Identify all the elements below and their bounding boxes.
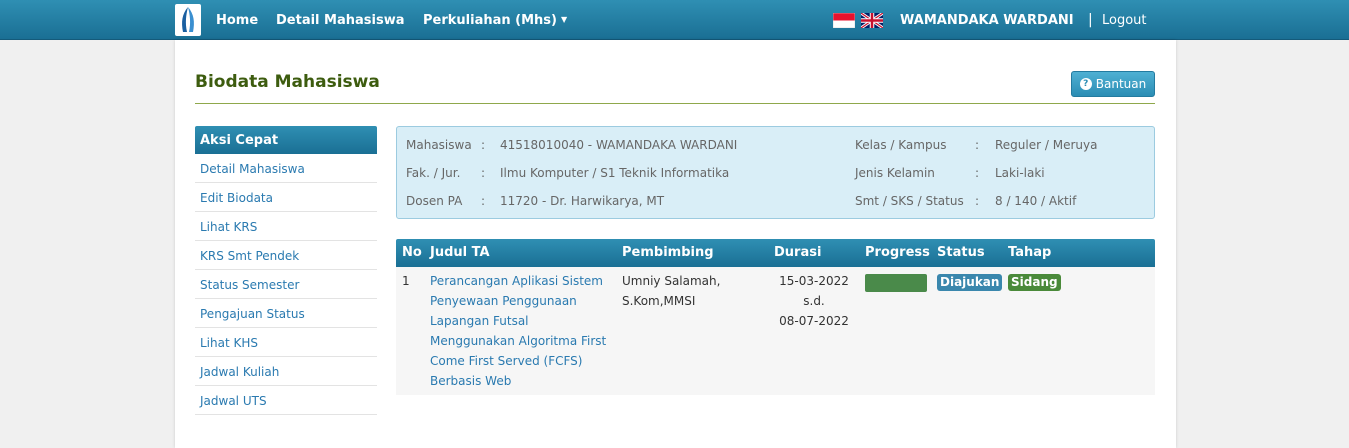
question-circle-icon: ? [1079,78,1092,90]
info-value: 11720 - Dr. Harwikarya, MT [500,194,665,208]
info-value: Laki-laki [995,166,1045,180]
info-label: Smt / SKS / Status [855,194,964,208]
sidebar-title: Aksi Cepat [195,126,377,154]
durasi-line: 08-07-2022 [779,314,849,328]
cell-progress [865,271,927,292]
col-header-progress: Progress [865,245,930,260]
cell-judul[interactable]: Perancangan Aplikasi Sistem Penyewaan Pe… [430,271,610,391]
sidebar-item-detail-mahasiswa[interactable]: Detail Mahasiswa [195,154,377,183]
nav-home[interactable]: Home [216,13,258,28]
student-info-box: Mahasiswa : 41518010040 - WAMANDAKA WARD… [396,126,1155,219]
sidebar-item-jadwal-kuliah[interactable]: Jadwal Kuliah [195,357,377,386]
cell-no: 1 [402,274,410,288]
pembimbing-line: Umniy Salamah, [622,274,721,288]
quick-actions-sidebar: Aksi Cepat Detail Mahasiswa Edit Biodata… [195,126,377,415]
info-label: Dosen PA [406,194,463,208]
nav-detail-mahasiswa[interactable]: Detail Mahasiswa [276,13,404,28]
sidebar-item-edit-biodata[interactable]: Edit Biodata [195,183,377,212]
col-header-status: Status [937,245,985,260]
info-value: Ilmu Komputer / S1 Teknik Informatika [500,166,730,180]
col-header-tahap: Tahap [1008,245,1052,260]
info-colon: : [975,194,980,208]
pembimbing-line: S.Kom,MMSI [622,294,696,308]
sidebar-item-krs-smt-pendek[interactable]: KRS Smt Pendek [195,241,377,270]
info-label: Kelas / Kampus [855,138,947,152]
info-colon: : [975,138,980,152]
judul-line: Menggunakan Algoritma First [430,334,607,348]
logout-link[interactable]: Logout [1102,13,1147,28]
info-colon: : [975,166,980,180]
sidebar-item-pengajuan-status[interactable]: Pengajuan Status [195,299,377,328]
caret-down-icon: ▼ [560,15,568,24]
table-row: 1 Perancangan Aplikasi Sistem Penyewaan … [396,267,1155,395]
judul-line: Lapangan Futsal [430,314,529,328]
indonesia-flag-icon[interactable] [833,13,855,28]
sidebar-item-status-semester[interactable]: Status Semester [195,270,377,299]
status-badge: Diajukan [937,274,1003,291]
judul-line: Penyewaan Penggunaan [430,294,577,308]
help-button-label: Bantuan [1095,77,1147,91]
info-colon: : [481,166,486,180]
judul-line: Perancangan Aplikasi Sistem [430,274,603,288]
col-header-no: No [402,245,422,260]
thesis-table: No Judul TA Pembimbing Durasi Progress S… [396,239,1155,395]
title-divider [195,103,1155,104]
help-button[interactable]: ? Bantuan [1071,71,1155,97]
uk-flag-icon[interactable] [861,13,883,28]
logo-icon[interactable] [175,4,201,36]
cell-tahap: Sidang [1008,271,1061,292]
judul-line: Come First Served (FCFS) [430,354,583,368]
tahap-badge: Sidang [1008,274,1061,291]
info-label: Fak. / Jur. [406,166,461,180]
info-colon: : [481,138,486,152]
sidebar-item-lihat-khs[interactable]: Lihat KHS [195,328,377,357]
main-content: Biodata Mahasiswa ? Bantuan Aksi Cepat D… [175,40,1176,448]
sidebar-item-lihat-krs[interactable]: Lihat KRS [195,212,377,241]
cell-status: Diajukan [937,271,1003,292]
top-navbar: Home Detail Mahasiswa Perkuliahan (Mhs) ▼… [0,0,1349,40]
nav-separator: | [1088,12,1093,28]
col-header-pembimbing: Pembimbing [622,245,714,260]
judul-line: Berbasis Web [430,374,512,388]
info-value: 8 / 140 / Aktif [995,194,1077,208]
info-value: 41518010040 - WAMANDAKA WARDANI [500,138,738,152]
user-name[interactable]: WAMANDAKA WARDANI [900,13,1074,28]
info-label: Mahasiswa [406,138,472,152]
info-colon: : [481,194,486,208]
col-header-durasi: Durasi [774,245,822,260]
sidebar-item-jadwal-uts[interactable]: Jadwal UTS [195,386,377,415]
progress-bar [865,274,927,292]
nav-perkuliahan-label: Perkuliahan (Mhs) [423,13,557,28]
nav-perkuliahan-dropdown[interactable]: Perkuliahan (Mhs) ▼ [423,13,567,28]
info-label: Jenis Kelamin [855,166,935,180]
cell-pembimbing: Umniy Salamah, S.Kom,MMSI [622,271,762,311]
col-header-judul: Judul TA [430,245,490,260]
table-header: No Judul TA Pembimbing Durasi Progress S… [396,239,1155,267]
page-title: Biodata Mahasiswa [195,72,380,92]
durasi-line: s.d. [803,294,825,308]
cell-durasi: 15-03-2022 s.d. 08-07-2022 [769,271,859,331]
durasi-line: 15-03-2022 [779,274,849,288]
info-value: Reguler / Meruya [995,138,1098,152]
